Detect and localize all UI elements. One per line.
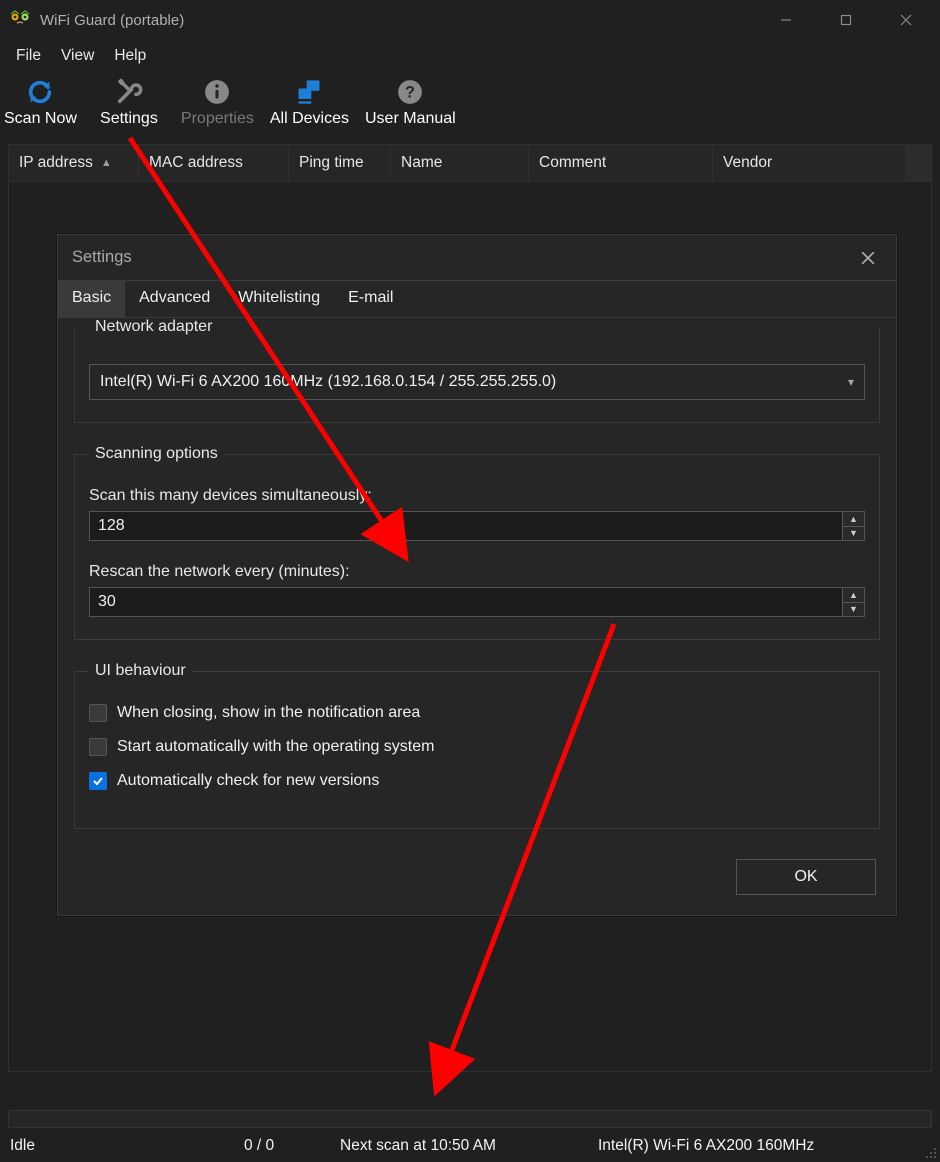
window-title: WiFi Guard (portable) — [40, 12, 184, 29]
rescan-minutes-label: Rescan the network every (minutes): — [89, 563, 865, 581]
tab-basic[interactable]: Basic — [58, 281, 125, 317]
column-header-spacer — [905, 145, 931, 181]
dialog-tabs: Basic Advanced Whitelisting E-mail — [58, 281, 896, 318]
chevron-down-icon: ▾ — [848, 375, 854, 389]
resize-grip-icon[interactable] — [922, 1144, 938, 1160]
column-header-name[interactable]: Name — [391, 145, 529, 181]
column-label: Comment — [539, 154, 606, 172]
status-bar: Idle 0 / 0 Next scan at 10:50 AM Intel(R… — [0, 1130, 940, 1162]
tab-whitelisting[interactable]: Whitelisting — [224, 281, 334, 317]
info-icon — [203, 78, 231, 106]
simultaneous-devices-spinner: ▲ ▼ — [89, 511, 865, 541]
settings-button[interactable]: Settings — [89, 76, 169, 132]
menu-view[interactable]: View — [51, 43, 104, 69]
status-next-scan: Next scan at 10:50 AM — [328, 1137, 586, 1155]
network-adapter-select[interactable]: Intel(R) Wi-Fi 6 AX200 160MHz (192.168.0… — [89, 364, 865, 400]
tab-panel-basic: Network adapter Intel(R) Wi-Fi 6 AX200 1… — [58, 318, 896, 829]
legend: Scanning options — [89, 445, 224, 463]
tools-icon — [115, 78, 143, 106]
spinner-down-button[interactable]: ▼ — [843, 603, 864, 617]
ok-button[interactable]: OK — [736, 859, 876, 895]
toolbar-label: Scan Now — [4, 110, 77, 128]
column-header-ip[interactable]: IP address ▲ — [9, 145, 139, 181]
checkbox-label: Start automatically with the operating s… — [117, 738, 434, 756]
status-count: 0 / 0 — [232, 1137, 328, 1155]
legend: UI behaviour — [89, 662, 192, 680]
column-label: Name — [401, 154, 442, 172]
fieldset-ui-behaviour: UI behaviour When closing, show in the n… — [74, 662, 880, 829]
spinner-up-button[interactable]: ▲ — [843, 588, 864, 603]
checkbox-icon — [89, 704, 107, 722]
scan-now-button[interactable]: Scan Now — [0, 76, 81, 132]
menu-file[interactable]: File — [6, 43, 51, 69]
svg-text:?: ? — [405, 83, 415, 101]
checkbox-notification-area[interactable]: When closing, show in the notification a… — [89, 704, 865, 722]
dialog-footer: OK — [58, 851, 896, 895]
tab-email[interactable]: E-mail — [334, 281, 407, 317]
devices-icon — [295, 78, 323, 106]
legend: Network adapter — [89, 318, 218, 336]
column-label: Vendor — [723, 154, 772, 172]
fieldset-network-adapter: Network adapter Intel(R) Wi-Fi 6 AX200 1… — [74, 318, 880, 423]
column-label: MAC address — [149, 154, 243, 172]
app-icon — [8, 8, 32, 32]
column-header-ping[interactable]: Ping time — [289, 145, 391, 181]
dialog-titlebar: Settings — [58, 235, 896, 281]
toolbar-label: Settings — [100, 110, 158, 128]
rescan-minutes-spinner: ▲ ▼ — [89, 587, 865, 617]
tab-advanced[interactable]: Advanced — [125, 281, 224, 317]
dialog-close-button[interactable] — [848, 238, 888, 278]
checkbox-checked-icon — [89, 772, 107, 790]
scan-progress-bar — [8, 1110, 932, 1128]
toolbar-label: User Manual — [365, 110, 456, 128]
menu-help[interactable]: Help — [104, 43, 156, 69]
column-header-comment[interactable]: Comment — [529, 145, 713, 181]
column-header-mac[interactable]: MAC address — [139, 145, 289, 181]
table-header: IP address ▲ MAC address Ping time Name … — [8, 144, 932, 182]
column-header-vendor[interactable]: Vendor — [713, 145, 905, 181]
sort-ascending-icon: ▲ — [101, 157, 112, 169]
checkbox-icon — [89, 738, 107, 756]
spinner-down-button[interactable]: ▼ — [843, 527, 864, 541]
status-adapter: Intel(R) Wi-Fi 6 AX200 160MHz — [586, 1137, 826, 1155]
toolbar-label: All Devices — [270, 110, 349, 128]
settings-dialog: Settings Basic Advanced Whitelisting E-m… — [57, 234, 897, 916]
checkbox-autostart[interactable]: Start automatically with the operating s… — [89, 738, 865, 756]
checkbox-label: Automatically check for new versions — [117, 772, 379, 790]
all-devices-button[interactable]: All Devices — [266, 76, 353, 132]
simultaneous-devices-label: Scan this many devices simultaneously: — [89, 487, 865, 505]
title-bar: WiFi Guard (portable) — [0, 0, 940, 40]
menu-bar: File View Help — [0, 40, 940, 72]
checkbox-label: When closing, show in the notification a… — [117, 704, 420, 722]
simultaneous-devices-input[interactable] — [89, 511, 843, 541]
checkbox-autoupdate[interactable]: Automatically check for new versions — [89, 772, 865, 790]
close-button[interactable] — [876, 0, 936, 40]
fieldset-scanning-options: Scanning options Scan this many devices … — [74, 445, 880, 640]
minimize-button[interactable] — [756, 0, 816, 40]
user-manual-button[interactable]: ? User Manual — [361, 76, 460, 132]
help-icon: ? — [396, 78, 424, 106]
maximize-button[interactable] — [816, 0, 876, 40]
dialog-title: Settings — [72, 248, 132, 267]
refresh-icon — [26, 78, 54, 106]
status-state: Idle — [8, 1137, 232, 1155]
toolbar: Scan Now Settings Properties — [0, 72, 940, 138]
table-body: Settings Basic Advanced Whitelisting E-m… — [8, 182, 932, 1072]
properties-button[interactable]: Properties — [177, 76, 258, 132]
select-value: Intel(R) Wi-Fi 6 AX200 160MHz (192.168.0… — [100, 373, 556, 391]
column-label: Ping time — [299, 154, 364, 172]
column-label: IP address — [19, 154, 93, 172]
spinner-up-button[interactable]: ▲ — [843, 512, 864, 527]
toolbar-label: Properties — [181, 110, 254, 128]
rescan-minutes-input[interactable] — [89, 587, 843, 617]
